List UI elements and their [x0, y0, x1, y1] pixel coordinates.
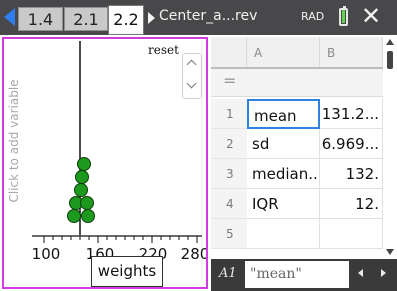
- tab-2-1[interactable]: 2.1: [64, 7, 108, 31]
- spreadsheet-panel: A B = 1 mean 131.2... 2 sd 6.969... 3 me…: [211, 37, 397, 291]
- battery-icon: [339, 6, 348, 26]
- data-dot: [80, 196, 94, 210]
- row-number[interactable]: 4: [211, 189, 247, 219]
- entry-line: A1 "mean": [211, 259, 397, 291]
- corner-header[interactable]: [211, 37, 247, 67]
- data-dot: [77, 157, 91, 171]
- back-arrow-icon[interactable]: [4, 8, 15, 26]
- scroll-thumb[interactable]: [387, 51, 393, 69]
- row-number[interactable]: 2: [211, 129, 247, 159]
- formula-row[interactable]: =: [211, 69, 383, 97]
- cell-a2[interactable]: sd: [247, 129, 320, 159]
- doc-arrow-icon: [148, 12, 155, 24]
- cell-reference: A1: [219, 266, 237, 281]
- data-dot: [74, 183, 88, 197]
- nav-left-icon[interactable]: [358, 269, 363, 277]
- row-number[interactable]: 5: [211, 219, 247, 249]
- tab-bar: 1.4 2.1 2.2 Center_a...rev RAD ✕: [0, 0, 397, 35]
- scroll-up-icon[interactable]: [386, 39, 394, 45]
- data-dot: [67, 209, 81, 223]
- column-header-b[interactable]: B: [320, 37, 383, 67]
- cell-b2[interactable]: 6.969...: [320, 129, 383, 159]
- cell-a3[interactable]: median..: [247, 159, 320, 189]
- close-icon[interactable]: ✕: [361, 3, 381, 29]
- scroll-down-icon[interactable]: [386, 249, 394, 255]
- tab-1-4[interactable]: 1.4: [18, 7, 63, 31]
- angle-mode-indicator: RAD: [301, 10, 325, 23]
- cell-b5[interactable]: [320, 219, 383, 249]
- cell-a1[interactable]: mean: [247, 99, 320, 129]
- data-dot: [81, 209, 95, 223]
- cell-b1[interactable]: 131.2...: [320, 99, 383, 129]
- cell-a4[interactable]: IQR: [247, 189, 320, 219]
- nav-right-icon[interactable]: [381, 269, 386, 277]
- cell-b4[interactable]: 12.: [320, 189, 383, 219]
- cell-a5[interactable]: [247, 219, 320, 249]
- tick-label-100: 100: [32, 245, 61, 263]
- data-dot: [75, 170, 89, 184]
- document-title[interactable]: Center_a...rev: [159, 8, 257, 24]
- tick-label-280: 280: [181, 245, 206, 263]
- row-number[interactable]: 3: [211, 159, 247, 189]
- cell-b3[interactable]: 132.: [320, 159, 383, 189]
- formula-row-symbol: =: [223, 71, 237, 90]
- entry-input[interactable]: "mean": [245, 261, 349, 288]
- axis-ticks: [43, 236, 198, 243]
- column-header-a[interactable]: A: [247, 37, 320, 67]
- vertical-scrollbar[interactable]: [385, 37, 395, 259]
- dot-plot: 100 160 220 280: [32, 41, 206, 263]
- row-number[interactable]: 1: [211, 99, 247, 129]
- tab-2-2[interactable]: 2.2: [108, 5, 144, 35]
- data-dots: [67, 157, 95, 223]
- dot-plot-panel[interactable]: Click to add variable reset 100 160 220 …: [2, 37, 208, 289]
- x-variable-label[interactable]: weights: [91, 256, 163, 287]
